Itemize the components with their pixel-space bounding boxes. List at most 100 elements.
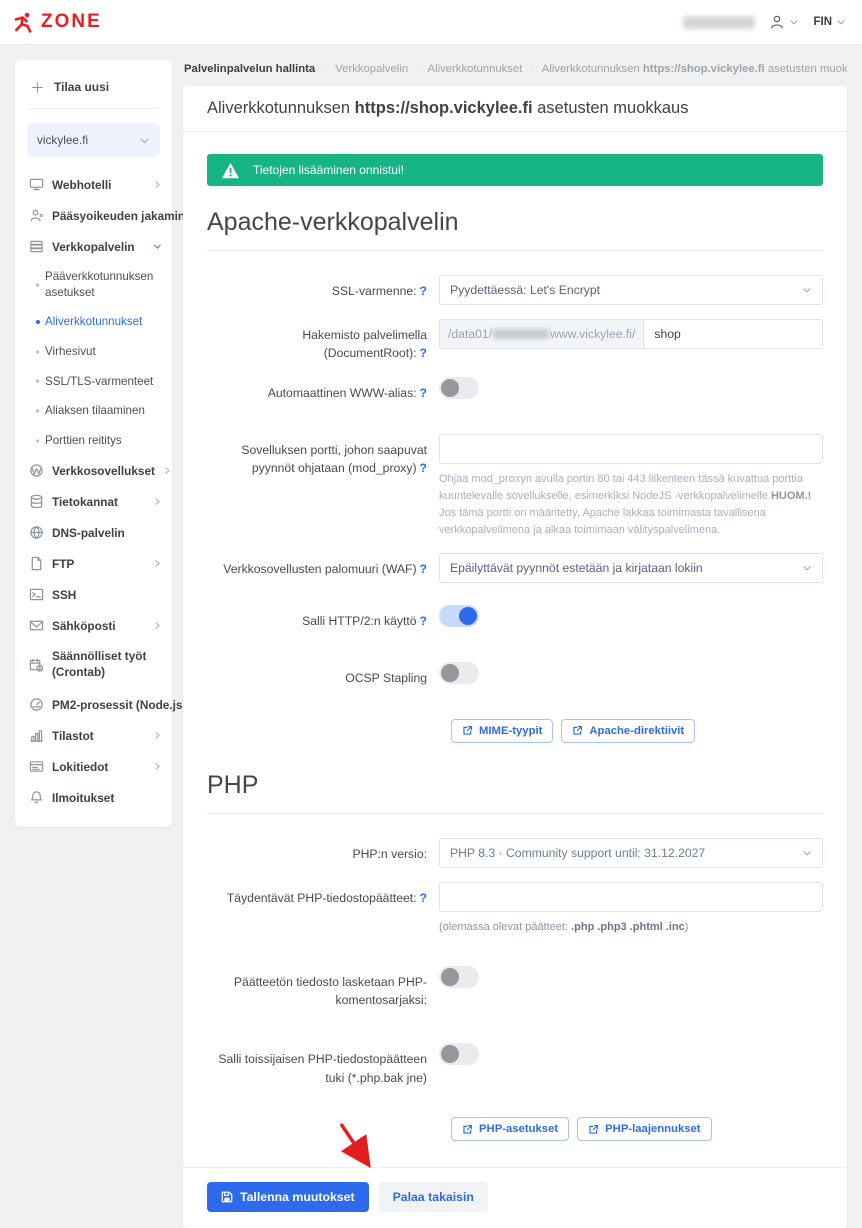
chevron-down-icon [153,242,162,251]
php-version-label: PHP:n versio: [207,838,439,868]
help-icon[interactable]: ? [420,386,427,400]
zone-logo[interactable]: zone [12,11,102,34]
globe-icon [29,525,44,540]
sidebar-item-label: DNS-palvelin [52,526,125,540]
sidebar-item-verkkopalvelin[interactable]: Verkkopalvelin [15,231,172,262]
sidebar-item-sahkoposti[interactable]: Sähköposti [15,610,172,641]
sidebar-item-label: Lokitiedot [52,760,108,774]
php-extensions-help: (olemassa olevat päätteet: .php .php3 .p… [439,919,823,936]
mod-proxy-input[interactable] [439,434,823,464]
sidebar-item-label: Sähköposti [52,619,116,633]
sidebar-item-label: FTP [52,557,74,571]
ocsp-toggle[interactable] [439,662,479,684]
help-icon[interactable]: ? [420,346,427,360]
help-icon[interactable]: ? [420,284,427,298]
php-settings-button[interactable]: PHP-asetukset [451,1117,569,1141]
chevron-right-icon [163,466,172,475]
ocsp-label: OCSP Stapling [207,662,439,689]
php-secondary-ext-toggle[interactable] [439,1043,479,1065]
sidebar-item-dns-palvelin[interactable]: DNS-palvelin [15,517,172,548]
sidebar-subitem-aliverkkotunnukset[interactable]: Aliverkkotunnukset [15,307,172,337]
sidebar-item-pm2-prosessit[interactable]: PM2-prosessit (Node.js) [15,689,172,720]
terminal-icon [29,587,44,602]
sidebar-item-ftp[interactable]: FTP [15,548,172,579]
chevron-down-icon [802,285,812,295]
docroot-label: Hakemisto palvelimella (DocumentRoot):? [207,319,439,363]
http2-toggle[interactable] [439,605,479,627]
sidebar-item-ilmoitukset[interactable]: Ilmoitukset [15,782,172,813]
help-icon[interactable]: ? [420,461,427,475]
help-icon[interactable]: ? [420,562,427,576]
breadcrumb-root[interactable]: Palvelinpalvelun hallinta [184,63,315,75]
chevron-right-icon [153,762,162,771]
php-extensions-input[interactable] [439,882,823,912]
sidebar-item-label: Säännölliset työt (Crontab) [52,649,162,681]
page-title: Aliverkkotunnuksen https://shop.vickylee… [183,86,847,132]
sidebar-subitem-label: Porttien reititys [45,434,122,447]
bar-chart-icon [29,728,44,743]
server-icon [29,239,44,254]
sidebar-item-paasyoikeuden-jakaminen[interactable]: Pääsyoikeuden jakaminen [15,200,172,231]
sidebar-subitem-aliaksen-tilaaminen[interactable]: Aliaksen tilaaminen [15,396,172,426]
back-button[interactable]: Palaa takaisin [379,1182,488,1212]
chevron-down-icon [836,17,846,27]
sidebar-item-webhotelli[interactable]: Webhotelli [15,169,172,200]
php-section-heading: PHP [207,771,823,814]
file-icon [29,556,44,571]
external-link-icon [572,725,583,736]
external-link-icon [462,1124,473,1135]
breadcrumb-separator: · [416,63,420,75]
alert-message: Tietojen lisääminen onnistui! [253,163,404,177]
log-icon [29,759,44,774]
sidebar-item-lokitiedot[interactable]: Lokitiedot [15,751,172,782]
php-scriptless-toggle[interactable] [439,966,479,988]
sidebar-subitem-ssl-tls-varmenteet[interactable]: SSL/TLS-varmenteet [15,367,172,397]
waf-select-value: Epäilyttävät pyynnöt estetään ja kirjata… [450,561,703,575]
sidebar-item-verkkosovellukset[interactable]: Verkkosovellukset [15,455,172,486]
language-label: FIN [813,16,832,28]
chevron-down-icon [802,848,812,858]
breadcrumb-separator: · [531,63,535,75]
sidebar-item-ssh[interactable]: SSH [15,579,172,610]
php-version-select[interactable]: PHP 8.3 · Community support until: 31.12… [439,838,823,868]
account-name-redacted [683,16,755,29]
domain-selector[interactable]: vickylee.fi [27,123,160,157]
sidebar-item-tilastot[interactable]: Tilastot [15,720,172,751]
database-icon [29,494,44,509]
sidebar-item-tietokannat[interactable]: Tietokannat [15,486,172,517]
chevron-right-icon [153,621,162,630]
help-icon[interactable]: ? [420,891,427,905]
php-extensions-button[interactable]: PHP-laajennukset [577,1117,711,1141]
docroot-input[interactable] [643,319,823,349]
help-icon[interactable]: ? [420,614,427,628]
php-version-value: PHP 8.3 · Community support until: 31.12… [450,846,705,860]
sidebar-item-saannolliset-tyot[interactable]: Säännölliset työt (Crontab) [15,641,172,689]
breadcrumb-aliverkkotunnukset[interactable]: Aliverkkotunnukset [428,63,523,75]
sidebar-item-label: Verkkosovellukset [52,464,155,478]
ssl-label: SSL-varmenne:? [207,275,439,305]
wordpress-icon [29,463,44,478]
chevron-right-icon [153,497,162,506]
sidebar-divider [29,108,158,109]
sidebar-subitem-paaverkkotunnuksen-asetukset[interactable]: Pääverkkotunnuksen asetukset [15,262,172,307]
breadcrumb-verkkopalvelin[interactable]: Verkkopalvelin [335,63,408,75]
www-alias-toggle[interactable] [439,377,479,399]
mod-proxy-label: Sovelluksen portti, johon saapuvat pyynn… [207,434,439,539]
language-selector[interactable]: FIN [813,16,846,28]
breadcrumb-separator: · [323,63,327,75]
user-icon [769,14,785,30]
breadcrumb-current: Aliverkkotunnuksen https://shop.vickylee… [542,63,847,75]
sidebar-subitem-porttien-reititys[interactable]: Porttien reititys [15,426,172,456]
user-menu[interactable] [769,14,799,30]
new-order-button[interactable]: Tilaa uusi [15,66,172,106]
sidebar-subitem-virhesivut[interactable]: Virhesivut [15,337,172,367]
save-button[interactable]: Tallenna muutokset [207,1182,369,1212]
external-link-icon [462,725,473,736]
ssl-select[interactable]: Pyydettäessä: Let's Encrypt [439,275,823,305]
mime-types-button[interactable]: MIME-tyypit [451,719,553,743]
waf-select[interactable]: Epäilyttävät pyynnöt estetään ja kirjata… [439,553,823,583]
top-header: zone FIN [0,0,862,45]
apache-directives-button[interactable]: Apache-direktiivit [561,719,695,743]
php-scriptless-label: Päätteetön tiedosto lasketaan PHP-koment… [207,966,439,1010]
chevron-right-icon [153,559,162,568]
